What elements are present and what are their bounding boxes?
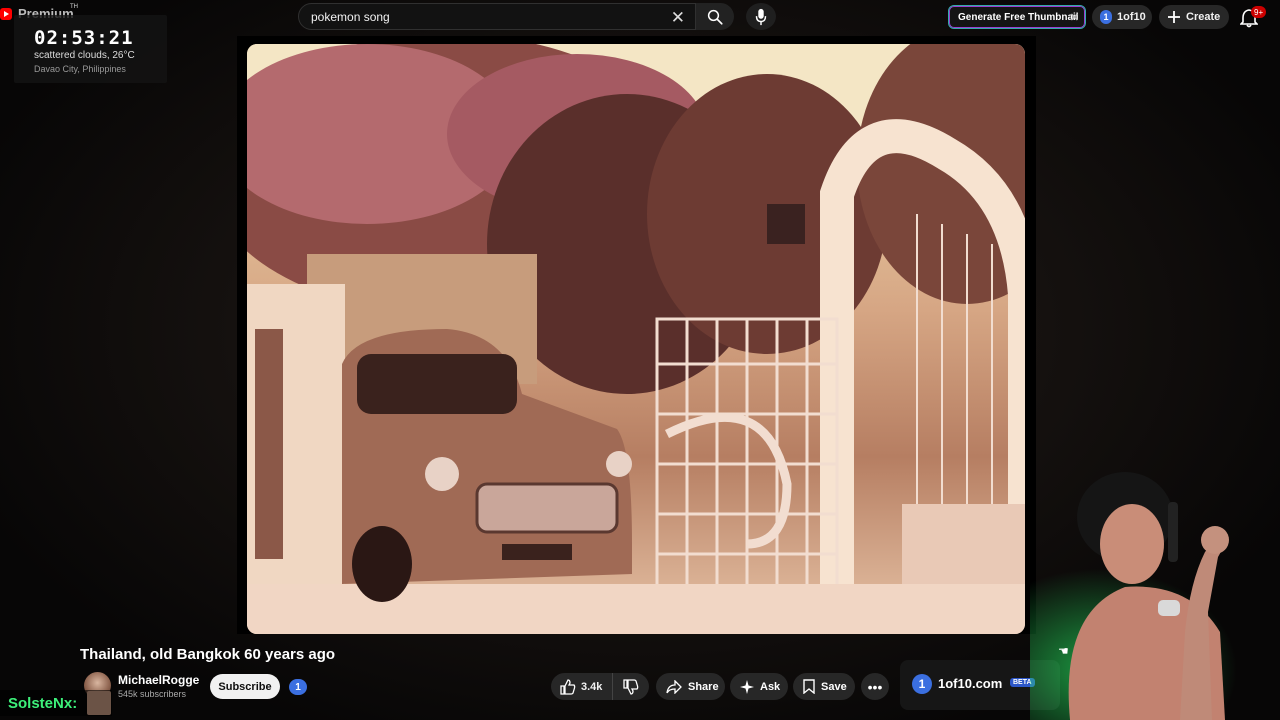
share-arrow-icon — [666, 679, 682, 694]
streamer-name-overlay: SolsteNx: — [0, 690, 112, 716]
sparkle-icon — [740, 679, 754, 694]
microphone-icon — [755, 8, 767, 25]
oneof10-logo-icon: 1 — [1100, 10, 1112, 24]
clock-weather-widget: 02:53:21 scattered clouds, 26°C Davao Ci… — [14, 15, 167, 83]
clock-time: 02:53:21 — [34, 27, 134, 49]
like-count: 3.4k — [581, 680, 603, 693]
thumbs-up-icon — [560, 678, 576, 695]
video-player[interactable] — [237, 36, 1036, 634]
share-label: Share — [688, 680, 719, 693]
dislike-button[interactable] — [613, 673, 649, 700]
subscriber-count: 545k subscribers — [118, 689, 187, 699]
webcam-overlay — [1030, 472, 1260, 720]
search-input[interactable]: pokemon song ✕ — [298, 3, 696, 30]
bookmark-icon — [803, 679, 815, 694]
close-icon[interactable]: ✕ — [1070, 11, 1079, 24]
ask-button[interactable]: Ask — [730, 673, 788, 700]
generate-thumbnail-label: Generate Free Thumbnail — [958, 11, 1079, 23]
video-title: Thailand, old Bangkok 60 years ago — [80, 646, 336, 663]
subscribe-button[interactable]: Subscribe — [210, 674, 280, 699]
notification-count-badge: 9+ — [1251, 6, 1267, 18]
more-actions-button[interactable]: ••• — [861, 673, 889, 700]
search-icon — [707, 9, 723, 25]
close-icon[interactable]: ✕ — [671, 8, 685, 28]
like-dislike-group: 3.4k — [551, 673, 649, 700]
streamer-name: SolsteNx: — [8, 694, 78, 712]
oneof10-label: 1of10 — [1117, 11, 1146, 23]
search-query-text: pokemon song — [311, 9, 390, 24]
oneof10-logo-icon: 1 — [912, 674, 932, 694]
extension-name: 1of10.com — [938, 676, 1003, 691]
plus-icon — [1168, 11, 1180, 23]
create-button[interactable]: Create — [1159, 5, 1229, 29]
location-text: Davao City, Philippines — [34, 64, 126, 74]
generate-thumbnail-button[interactable]: Generate Free Thumbnail ✕ — [948, 5, 1086, 29]
ask-label: Ask — [760, 680, 781, 693]
oneof10-button[interactable]: 1 1of10 — [1092, 5, 1152, 29]
weather-text: scattered clouds, 26°C — [34, 50, 135, 61]
mouse-cursor: ☚ — [1058, 644, 1069, 658]
channel-name[interactable]: MichaelRogge — [118, 673, 199, 687]
streamer-avatar — [87, 691, 111, 715]
youtube-logo-icon — [0, 7, 12, 20]
search-button[interactable] — [696, 3, 734, 30]
save-button[interactable]: Save — [793, 673, 855, 700]
save-label: Save — [821, 680, 847, 693]
share-button[interactable]: Share — [656, 673, 725, 700]
top-bar: Premium TH pokemon song ✕ Generate Free … — [0, 0, 1280, 34]
thumbs-down-icon — [623, 678, 639, 695]
voice-search-button[interactable] — [746, 3, 776, 30]
video-frame-image — [247, 44, 1025, 634]
create-label: Create — [1186, 11, 1221, 23]
vintage-street-scene — [247, 44, 1025, 634]
oneof10-channel-badge[interactable]: 1 — [289, 679, 307, 695]
country-code: TH — [70, 4, 78, 10]
like-button[interactable]: 3.4k — [551, 673, 613, 700]
